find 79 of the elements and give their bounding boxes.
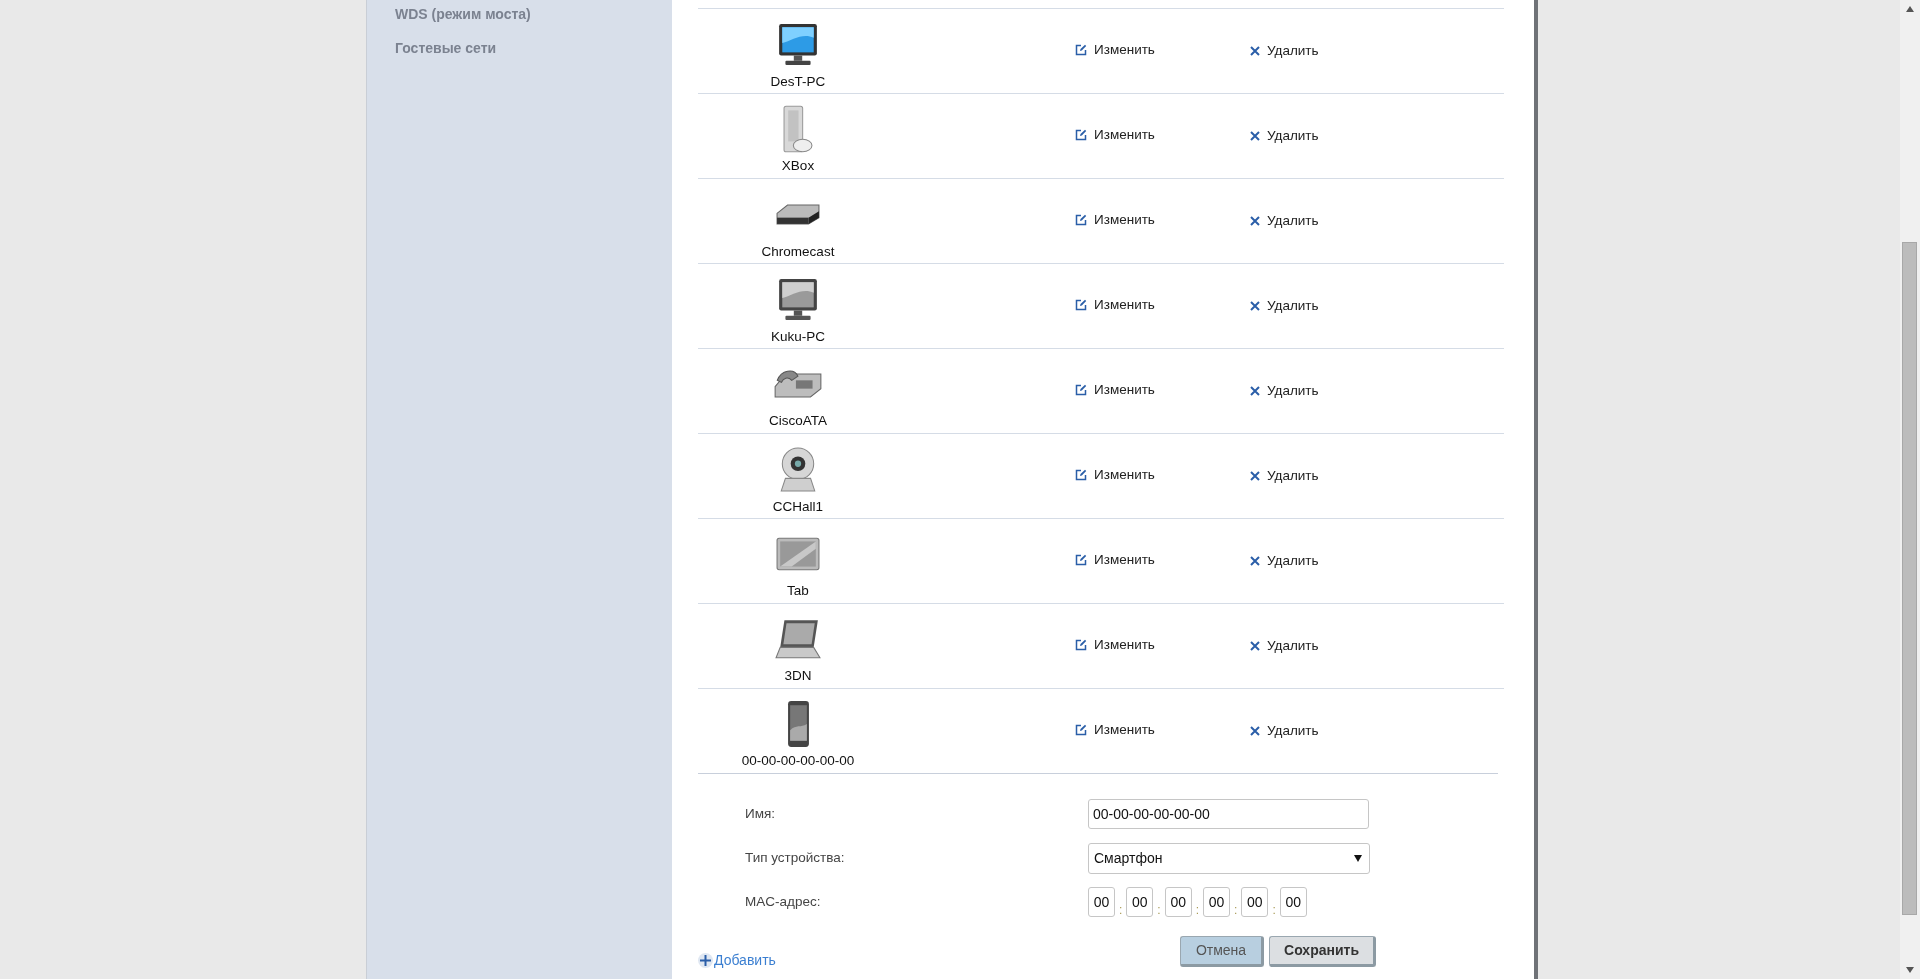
delete-link[interactable]: Удалить xyxy=(1250,465,1319,486)
edit-icon xyxy=(1075,129,1087,142)
edit-icon xyxy=(1075,469,1087,482)
mac-octet-field[interactable]: 00 xyxy=(1164,887,1192,917)
edit-link[interactable]: Изменить xyxy=(1075,720,1155,741)
edit-icon xyxy=(1075,554,1087,567)
device-name: CiscoATA xyxy=(769,413,827,429)
delete-link[interactable]: Удалить xyxy=(1250,720,1319,741)
delete-link[interactable]: Удалить xyxy=(1250,635,1319,656)
edit-icon xyxy=(1075,724,1087,737)
console-icon xyxy=(783,105,813,153)
save-button[interactable]: Сохранить xyxy=(1269,936,1376,967)
edit-icon xyxy=(1075,214,1087,227)
monitor-icon xyxy=(778,278,818,321)
scrollbar-thumb[interactable] xyxy=(1902,242,1917,915)
device-type-dropdown[interactable]: Смартфон xyxy=(1088,842,1370,874)
tablet-icon xyxy=(776,537,820,571)
edit-icon xyxy=(1075,299,1087,312)
device-name: Kuku-PC xyxy=(771,329,825,345)
close-icon xyxy=(1250,300,1260,311)
mac-octet-field[interactable]: 00 xyxy=(1241,887,1269,917)
device-name: CCHall1 xyxy=(772,499,824,515)
device-name: 00-00-00-00-00-00 xyxy=(741,753,855,769)
mac-octet-field[interactable]: 00 xyxy=(1279,887,1307,917)
close-icon xyxy=(1250,470,1260,481)
edit-link[interactable]: Изменить xyxy=(1075,550,1155,571)
edit-icon xyxy=(1075,384,1087,397)
add-link[interactable]: Добавить xyxy=(698,950,776,971)
set-top-box-icon xyxy=(776,204,820,225)
field-label: Имя: xyxy=(745,804,777,823)
laptop-icon xyxy=(775,619,821,659)
separator: : xyxy=(1272,903,1276,917)
scroll-up-icon[interactable] xyxy=(1906,6,1914,12)
edit-link[interactable]: Изменить xyxy=(1075,635,1155,656)
field-label: Тип устройства: xyxy=(745,848,846,867)
edit-icon xyxy=(1075,44,1087,57)
scrollbar[interactable] xyxy=(1900,0,1920,979)
plus-icon xyxy=(698,953,713,968)
separator: : xyxy=(1119,903,1123,917)
close-icon xyxy=(1250,385,1260,396)
close-icon xyxy=(1250,45,1260,56)
close-icon xyxy=(1250,725,1260,736)
caret-icon xyxy=(1354,854,1362,862)
device-name: Tab xyxy=(787,583,809,599)
edit-link[interactable]: Изменить xyxy=(1075,210,1155,231)
field-label: MAC-адрес: xyxy=(745,892,822,911)
monitor-icon xyxy=(778,23,818,66)
delete-link[interactable]: Удалить xyxy=(1250,210,1319,231)
delete-link[interactable]: Удалить xyxy=(1250,40,1319,61)
desk-phone-icon xyxy=(774,370,822,398)
device-name: XBox xyxy=(781,158,815,174)
close-icon xyxy=(1250,215,1260,226)
device-name: 3DN xyxy=(784,668,812,684)
delete-link[interactable]: Удалить xyxy=(1250,295,1319,316)
edit-link[interactable]: Изменить xyxy=(1075,125,1155,146)
cancel-button[interactable]: Отмена xyxy=(1180,936,1265,967)
mac-octet-field[interactable]: 00 xyxy=(1203,887,1231,917)
edit-link[interactable]: Изменить xyxy=(1075,40,1155,61)
mac-octet-field[interactable]: 00 xyxy=(1126,887,1154,917)
separator: : xyxy=(1195,903,1200,917)
delete-link[interactable]: Удалить xyxy=(1250,380,1319,401)
edit-link[interactable]: Изменить xyxy=(1075,465,1155,486)
edit-icon xyxy=(1075,639,1087,652)
delete-link[interactable]: Удалить xyxy=(1250,125,1319,146)
webcam-icon xyxy=(780,447,816,492)
separator: : xyxy=(1234,903,1238,917)
device-name: Chromecast xyxy=(761,244,835,260)
name-field[interactable]: 00-00-00-00-00-00 xyxy=(1088,799,1369,829)
close-icon xyxy=(1250,130,1260,141)
smartphone-icon xyxy=(786,700,810,748)
edit-link[interactable]: Изменить xyxy=(1075,380,1155,401)
edit-link[interactable]: Изменить xyxy=(1075,295,1155,316)
close-icon xyxy=(1250,555,1260,566)
delete-link[interactable]: Удалить xyxy=(1250,550,1319,571)
device-name: DesT-PC xyxy=(770,74,826,90)
close-icon xyxy=(1250,640,1260,651)
mac-octet-field[interactable]: 00 xyxy=(1088,887,1115,917)
scroll-down-icon[interactable] xyxy=(1906,967,1914,973)
separator: : xyxy=(1157,903,1161,917)
